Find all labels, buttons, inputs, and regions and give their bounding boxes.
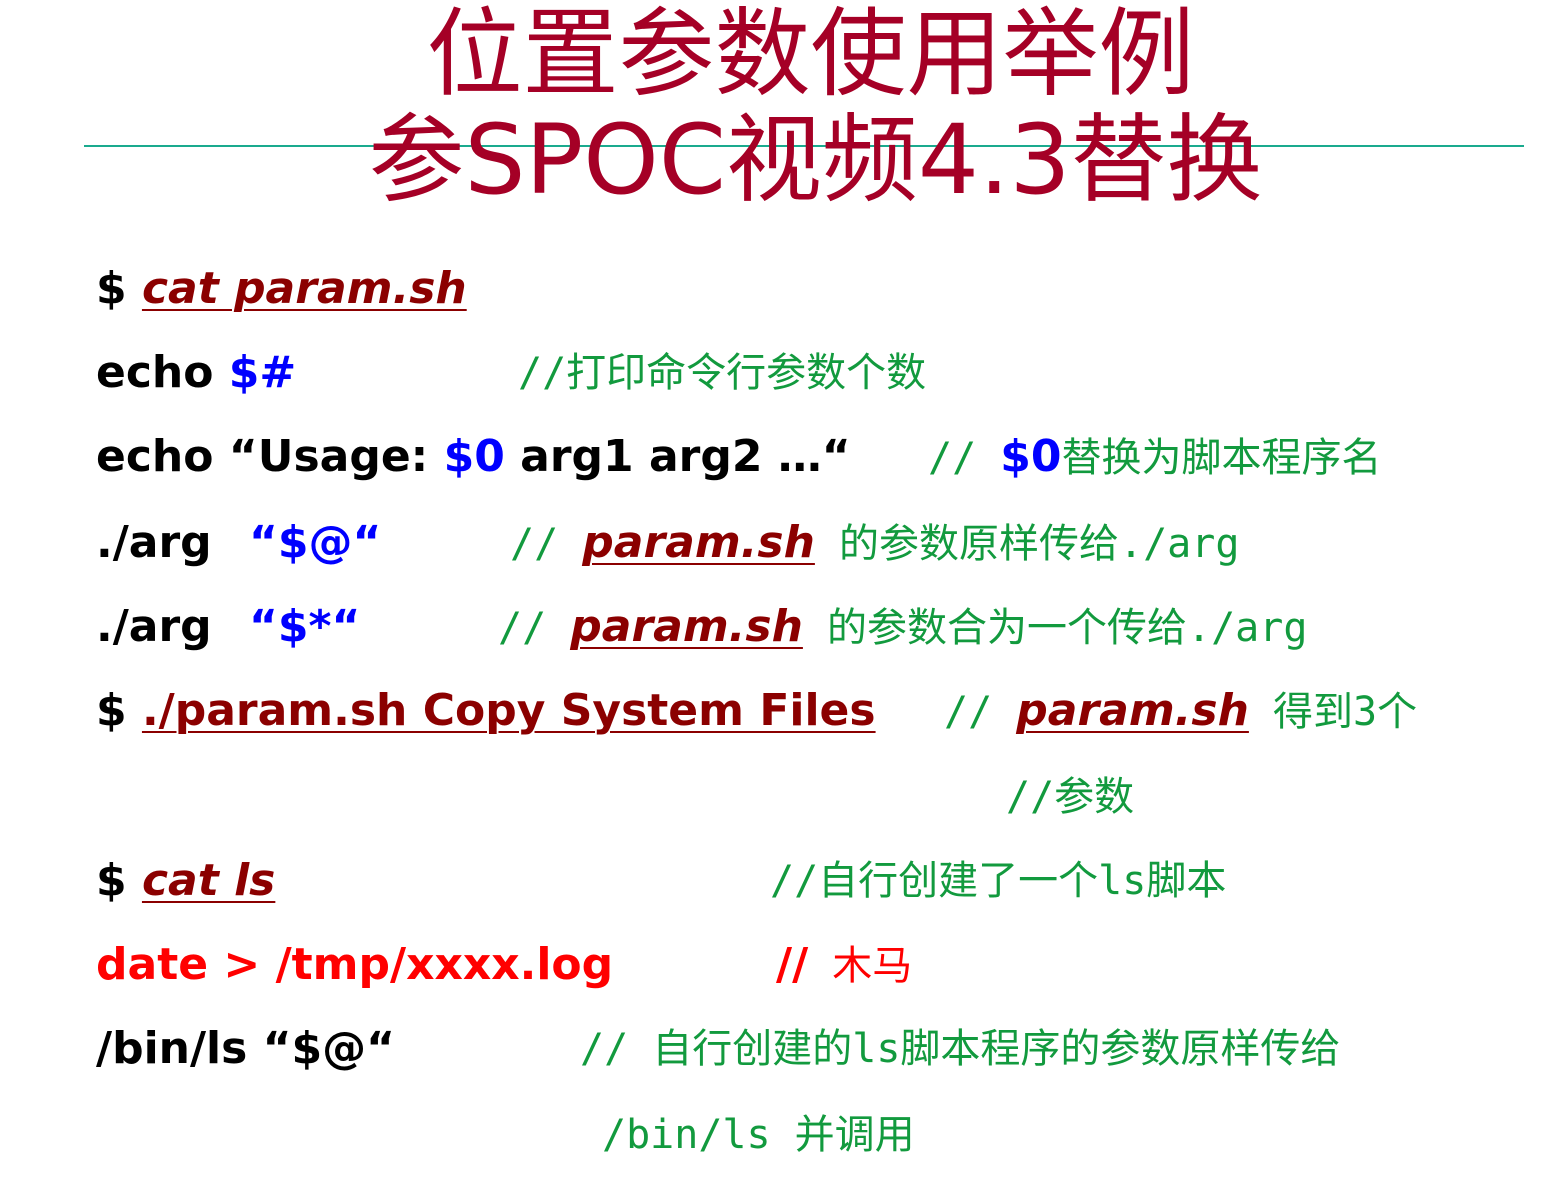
comment-prefix: // (498, 605, 571, 651)
comment-prefix: // (776, 939, 809, 990)
comment-custom-ls: //自行创建了一个ls脚本 (770, 858, 1227, 904)
comment-text: 得到3个 (1248, 689, 1418, 735)
comment-filename: param.sh (582, 517, 815, 568)
code-text: echo “Usage: (96, 431, 444, 482)
comment-prefix: // (928, 435, 1001, 481)
shell-prompt: $ (96, 685, 142, 736)
code-line-cat-ls: $ cat ls (96, 854, 275, 908)
comment-args-as-is: // param.sh 的参数原样传给./arg (510, 516, 1239, 571)
comment-filename: param.sh (570, 601, 803, 652)
comment-three-args: // param.sh 得到3个 (944, 684, 1417, 739)
command-run-param: ./param.sh Copy System Files (141, 685, 876, 736)
slide-title: 位置参数使用举例 (426, 0, 1195, 110)
code-line-run-param: $ ./param.sh Copy System Files (96, 684, 876, 738)
comment-filename: param.sh (1016, 685, 1249, 736)
code-line-echo-usage: echo “Usage: $0 arg1 arg2 …“ (96, 430, 851, 484)
comment-script-name: // $0替换为脚本程序名 (928, 430, 1381, 485)
code-text: ./arg (96, 601, 227, 652)
code-line-arg-star: ./arg “$*“ (96, 600, 360, 654)
comment-arg-count: //打印命令行参数个数 (518, 350, 927, 396)
shell-prompt: $ (96, 855, 142, 906)
code-line-bin-ls: /bin/ls “$@“ (96, 1023, 396, 1074)
variable-script-name: $0 (443, 431, 505, 482)
comment-text: 木马 (808, 943, 913, 989)
slide-subtitle: 参SPOC视频4.3替换 (368, 104, 1263, 216)
comment-args-joined: // param.sh 的参数合为一个传给./arg (498, 600, 1307, 655)
code-line-arg-at: ./arg “$@“ (96, 516, 381, 570)
comment-text: 的参数原样传给./arg (814, 521, 1240, 567)
code-line-trojan: date > /tmp/xxxx.log (96, 939, 614, 990)
comment-args-continued: //参数 (1006, 774, 1135, 820)
command-cat-param: cat param.sh (141, 263, 467, 314)
code-line-echo-count: echo $# (96, 346, 296, 400)
code-text: ./arg (96, 517, 227, 568)
comment-prefix: // (510, 521, 583, 567)
shell-prompt: $ (96, 263, 142, 314)
comment-trojan: // 木马 (776, 938, 912, 993)
code-text: echo (96, 347, 229, 398)
comment-pass-args-continued: /bin/ls 并调用 (602, 1112, 915, 1158)
code-line-cat-param: $ cat param.sh (96, 262, 467, 316)
variable-all-args-joined: “$*“ (249, 601, 361, 652)
command-cat-ls: cat ls (141, 855, 276, 906)
variable-arg-count: $# (228, 347, 297, 398)
slide: 位置参数使用举例 参SPOC视频4.3替换 $ cat param.sh ech… (0, 0, 1561, 1189)
code-text: arg1 arg2 …“ (504, 431, 851, 482)
comment-text: 的参数合为一个传给./arg (802, 605, 1308, 651)
comment-text: 替换为脚本程序名 (1061, 435, 1382, 481)
comment-pass-args: // 自行创建的ls脚本程序的参数原样传给 (580, 1026, 1341, 1072)
comment-prefix: // (944, 689, 1017, 735)
variable-all-args: “$@“ (249, 517, 382, 568)
comment-variable: $0 (1000, 431, 1062, 482)
